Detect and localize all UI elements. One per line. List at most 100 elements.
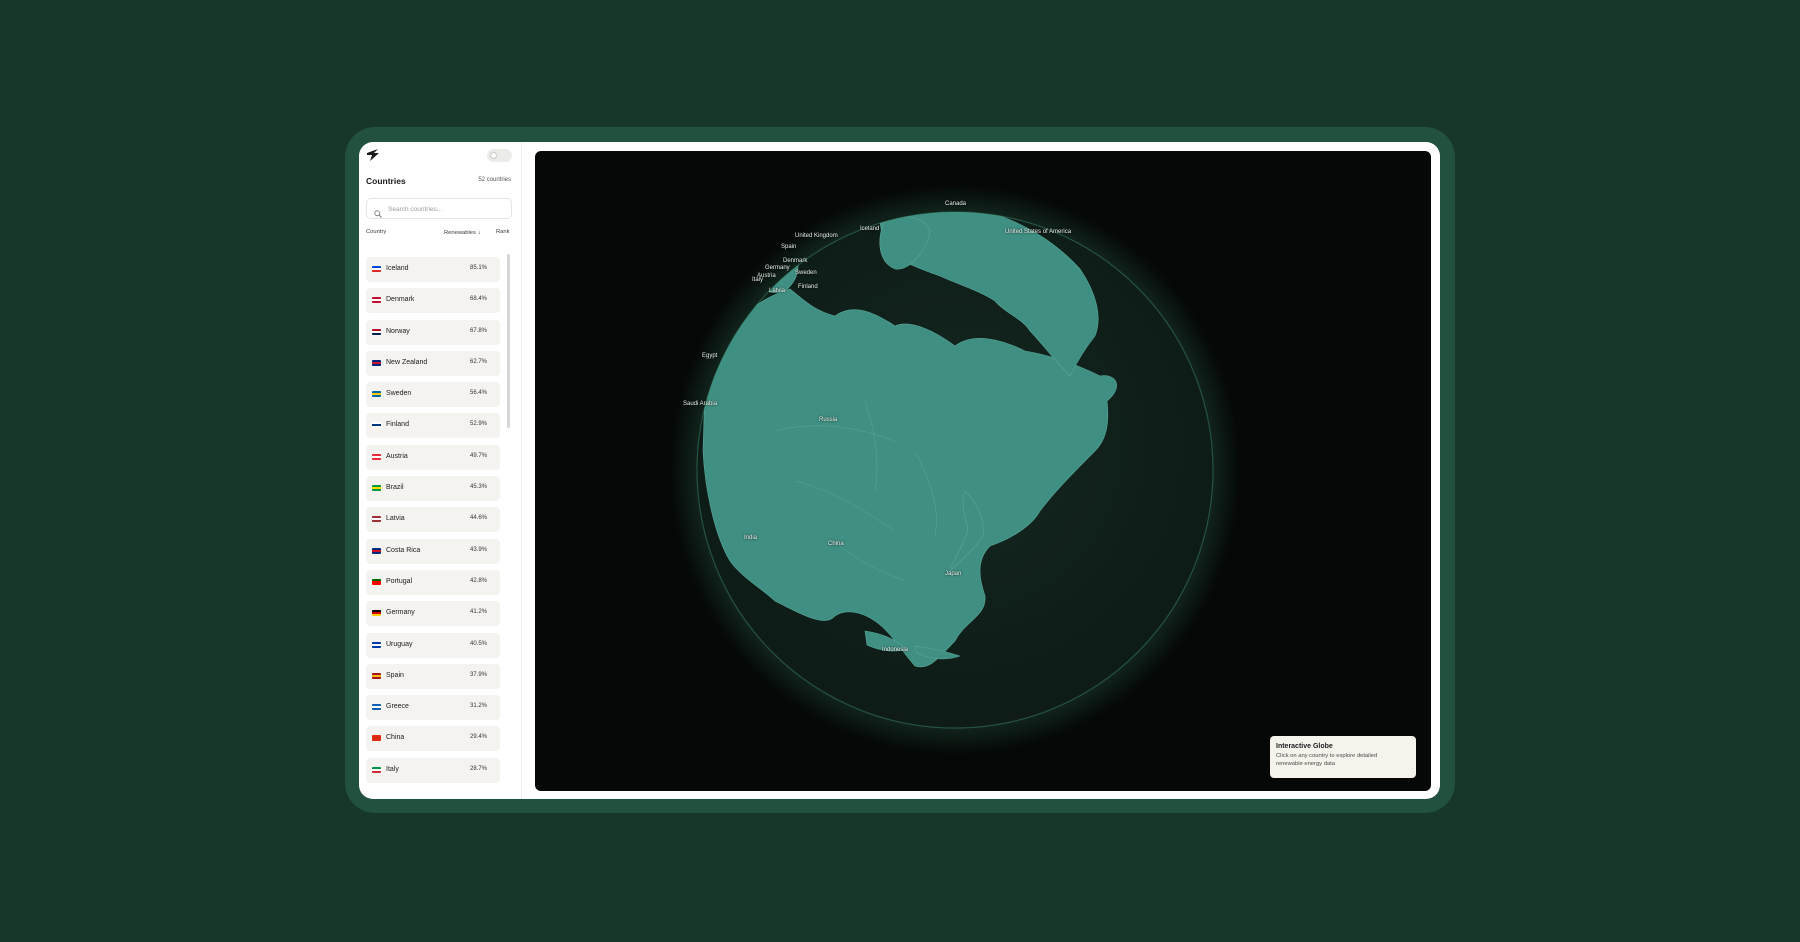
logo-icon bbox=[366, 148, 380, 162]
country-row[interactable]: Austria 49.7% bbox=[366, 444, 500, 470]
country-row[interactable]: Portugal 42.8% bbox=[366, 569, 500, 595]
globe-canvas[interactable] bbox=[535, 151, 1431, 791]
country-name: Costa Rica bbox=[386, 546, 421, 554]
column-header-rank[interactable]: Rank bbox=[496, 229, 510, 235]
country-label[interactable]: Japan bbox=[945, 571, 961, 577]
flag-icon bbox=[372, 328, 381, 335]
country-row[interactable]: Germany 41.2% bbox=[366, 601, 500, 627]
flag-icon bbox=[372, 485, 381, 492]
toggle-knob bbox=[490, 152, 497, 159]
country-row[interactable]: Denmark 68.4% bbox=[366, 288, 500, 314]
country-name: Portugal bbox=[386, 577, 413, 585]
app-window: Countries 52 countries Country Renewable… bbox=[359, 142, 1440, 799]
country-list: Iceland 85.1% Denmark 68.4% Norway 67.8% New Z… bbox=[366, 257, 500, 789]
scrollbar[interactable] bbox=[507, 254, 510, 428]
renewables-value: 62.7% bbox=[469, 358, 487, 365]
country-label[interactable]: China bbox=[828, 541, 844, 547]
country-label[interactable]: Germany bbox=[765, 265, 790, 271]
country-name: Germany bbox=[386, 609, 415, 617]
country-name: Uruguay bbox=[386, 640, 413, 648]
country-label[interactable]: Indonesia bbox=[882, 647, 908, 653]
flag-icon bbox=[372, 297, 381, 304]
column-header-country[interactable]: Country bbox=[366, 229, 386, 235]
info-card-text: Click on any country to explore detailed… bbox=[1276, 753, 1378, 767]
renewables-value: 29.4% bbox=[469, 734, 487, 741]
country-row[interactable]: Greece 31.2% bbox=[366, 695, 500, 721]
country-label[interactable]: Sweden bbox=[795, 270, 817, 276]
renewables-value: 56.4% bbox=[469, 390, 487, 397]
theme-toggle[interactable] bbox=[487, 149, 512, 162]
flag-icon bbox=[372, 516, 381, 523]
country-name: Brazil bbox=[386, 484, 404, 492]
country-row[interactable]: Uruguay 40.5% bbox=[366, 632, 500, 658]
renewables-value: 37.9% bbox=[469, 671, 487, 678]
country-name: Iceland bbox=[386, 265, 409, 272]
country-row[interactable]: Costa Rica 43.9% bbox=[366, 538, 500, 564]
flag-icon bbox=[372, 578, 381, 585]
search-icon bbox=[374, 205, 382, 218]
country-row[interactable]: Iceland 85.1% bbox=[366, 257, 500, 282]
flag-icon bbox=[372, 704, 381, 711]
country-name: New Zealand bbox=[386, 358, 428, 366]
country-name: Denmark bbox=[386, 296, 415, 304]
country-label[interactable]: Italy bbox=[752, 277, 763, 283]
country-count: 52 countries bbox=[478, 177, 511, 183]
country-label[interactable]: United Kingdom bbox=[795, 233, 838, 239]
country-row[interactable]: New Zealand 62.7% bbox=[366, 350, 500, 376]
country-label[interactable]: Canada bbox=[945, 201, 966, 207]
country-row[interactable]: Latvia 44.6% bbox=[366, 507, 500, 533]
renewables-value: 45.3% bbox=[469, 484, 487, 491]
flag-icon bbox=[372, 359, 381, 366]
country-row[interactable]: Norway 67.8% bbox=[366, 319, 500, 345]
country-label[interactable]: Saudi Arabia bbox=[683, 401, 717, 407]
renewables-value: 49.7% bbox=[469, 452, 487, 459]
country-name: Austria bbox=[386, 452, 408, 460]
country-label[interactable]: Russia bbox=[819, 417, 837, 423]
country-name: Finland bbox=[386, 421, 409, 429]
country-label[interactable]: India bbox=[744, 535, 757, 541]
country-label[interactable]: Finland bbox=[798, 284, 818, 290]
renewables-value: 28.7% bbox=[469, 765, 487, 772]
renewables-value: 85.1% bbox=[469, 265, 487, 271]
country-label[interactable]: Denmark bbox=[783, 258, 807, 264]
search-box bbox=[366, 198, 512, 219]
sidebar: Countries 52 countries Country Renewable… bbox=[359, 142, 522, 799]
column-header-renewables[interactable]: Renewables ↓ bbox=[444, 229, 481, 236]
country-label[interactable]: Latvia bbox=[769, 288, 785, 294]
flag-icon bbox=[372, 610, 381, 617]
renewables-value: 31.2% bbox=[469, 703, 487, 710]
renewables-value: 41.2% bbox=[469, 609, 487, 616]
country-row[interactable]: China 29.4% bbox=[366, 726, 500, 752]
flag-icon bbox=[372, 641, 381, 648]
flag-icon bbox=[372, 735, 381, 742]
country-name: Sweden bbox=[386, 390, 412, 398]
flag-icon bbox=[372, 422, 381, 429]
renewables-value: 43.9% bbox=[469, 546, 487, 553]
renewables-value: 42.8% bbox=[469, 577, 487, 584]
country-row[interactable]: Sweden 56.4% bbox=[366, 382, 500, 408]
country-name: China bbox=[386, 734, 405, 742]
renewables-value: 44.6% bbox=[469, 515, 487, 522]
country-row[interactable]: Brazil 45.3% bbox=[366, 476, 500, 502]
sidebar-title: Countries bbox=[366, 176, 406, 186]
country-name: Norway bbox=[386, 327, 410, 335]
country-name: Greece bbox=[386, 703, 409, 711]
country-name: Spain bbox=[386, 671, 404, 679]
country-label[interactable]: Spain bbox=[781, 244, 796, 250]
renewables-label: Renewables bbox=[444, 230, 476, 236]
globe-viewer[interactable]: Canada United States of America Iceland Uni… bbox=[535, 151, 1431, 791]
search-input[interactable] bbox=[388, 202, 506, 216]
country-row[interactable]: Spain 37.9% bbox=[366, 663, 500, 689]
country-name: Latvia bbox=[386, 515, 405, 523]
flag-icon bbox=[372, 672, 381, 679]
info-card-title: Interactive Globe bbox=[1276, 743, 1333, 750]
flag-icon bbox=[372, 266, 381, 272]
country-row[interactable]: Italy 28.7% bbox=[366, 757, 500, 783]
country-label[interactable]: Egypt bbox=[702, 353, 717, 359]
flag-icon bbox=[372, 391, 381, 398]
flag-icon bbox=[372, 766, 381, 773]
country-label[interactable]: Iceland bbox=[860, 226, 879, 232]
country-label[interactable]: United States of America bbox=[1005, 229, 1071, 235]
country-row[interactable]: Finland 52.9% bbox=[366, 413, 500, 439]
renewables-value: 67.8% bbox=[469, 327, 487, 334]
